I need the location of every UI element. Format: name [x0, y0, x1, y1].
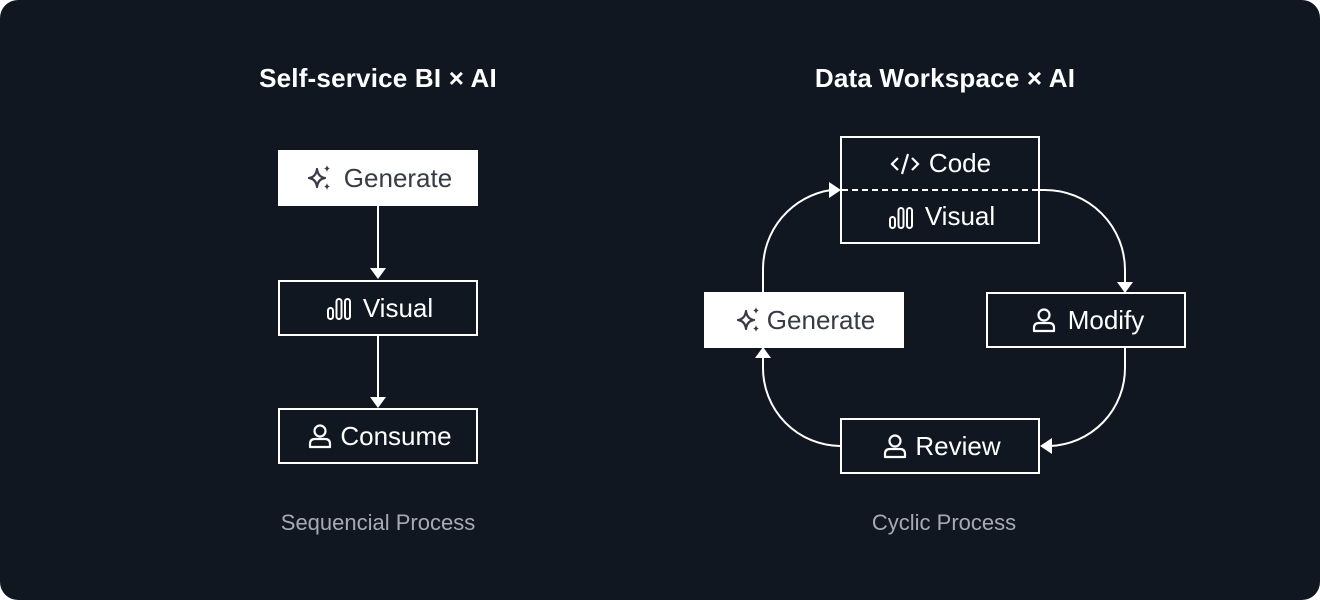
edge-generate-to-code-visual	[761, 182, 841, 292]
visual-section: Visual	[842, 191, 1038, 242]
node-label: Visual	[362, 292, 434, 323]
edge-code-visual-to-modify	[1040, 189, 1133, 293]
node-label: Generate	[343, 162, 453, 193]
edge-generate-to-visual	[370, 206, 386, 279]
user-icon	[304, 420, 336, 452]
bar-chart-icon	[323, 292, 355, 324]
node-label: Consume	[340, 420, 452, 451]
user-icon	[1028, 304, 1060, 336]
edge-modify-to-review	[1040, 348, 1126, 454]
node-code-visual: Code Visual	[840, 136, 1040, 244]
left-panel-caption: Sequencial Process	[280, 510, 476, 535]
node-visual: Visual	[278, 280, 478, 336]
diagram-card: Self-service BI × AI Generate Visual Con…	[0, 0, 1320, 600]
left-panel-title: Self-service BI × AI	[259, 63, 497, 93]
node-modify: Modify	[986, 292, 1186, 348]
sparkles-icon	[304, 162, 336, 194]
node-review: Review	[840, 418, 1040, 474]
node-label: Review	[915, 430, 1001, 461]
user-icon	[879, 430, 911, 462]
arrowhead-icon	[370, 268, 386, 279]
right-panel-caption: Cyclic Process	[871, 510, 1017, 535]
node-label: Visual	[924, 201, 996, 231]
node-consume: Consume	[278, 408, 478, 464]
right-panel-title: Data Workspace × AI	[814, 63, 1076, 93]
bar-chart-icon	[885, 201, 917, 233]
arrowhead-icon	[1040, 438, 1052, 454]
arrowhead-icon	[370, 397, 386, 408]
sparkles-icon	[733, 304, 765, 336]
code-icon	[889, 148, 921, 180]
node-label: Code	[928, 148, 992, 178]
edge-visual-to-consume	[370, 336, 386, 408]
arrowhead-icon	[755, 347, 771, 358]
node-generate-cyclic: Generate	[704, 292, 904, 348]
code-section: Code	[842, 138, 1038, 189]
node-generate: Generate	[278, 150, 478, 206]
edge-review-to-generate	[755, 347, 841, 447]
node-label: Generate	[766, 304, 876, 335]
node-label: Modify	[1067, 304, 1145, 335]
